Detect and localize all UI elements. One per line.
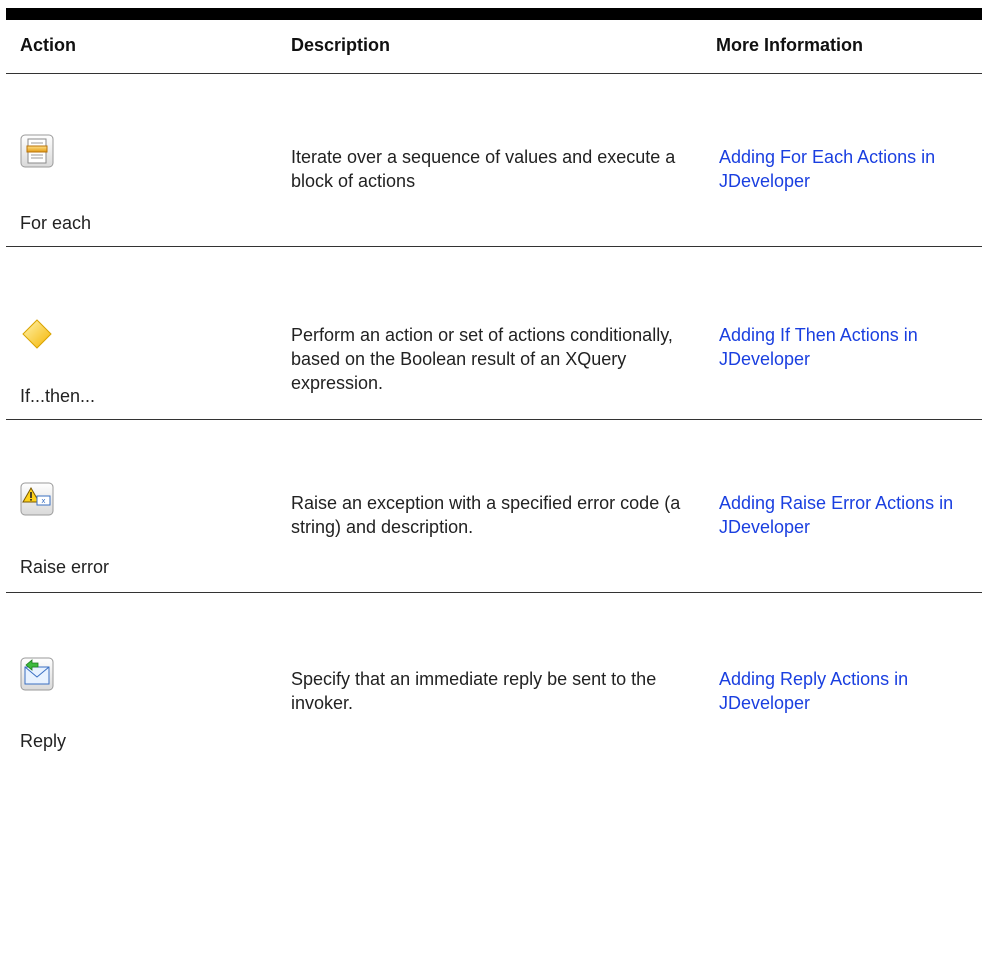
action-label: Reply: [20, 731, 67, 751]
action-label: If...then...: [20, 386, 96, 406]
row-description: Iterate over a sequence of values and ex…: [291, 147, 676, 191]
table-row-reply: Specify that an immediate reply be sent …: [6, 593, 982, 765]
header-action: Action: [20, 35, 76, 55]
table-top-rule: [6, 8, 982, 20]
link-raise-error[interactable]: Adding Raise Error Actions in JDeveloper: [719, 491, 981, 539]
svg-text:x: x: [41, 497, 45, 505]
reply-icon: [20, 657, 54, 691]
table-row-for-each: Iterate over a sequence of values and ex…: [6, 74, 982, 247]
table-header: Action Description More Information: [6, 20, 982, 74]
for-each-icon: [20, 134, 54, 168]
link-reply[interactable]: Adding Reply Actions in JDeveloper: [719, 667, 981, 715]
link-for-each[interactable]: Adding For Each Actions in JDeveloper: [719, 145, 981, 193]
header-more-information: More Information: [716, 35, 863, 55]
table-row-raise-error: x Raise an exception with a specified er…: [6, 420, 982, 593]
table-row-if-then: Perform an action or set of actions cond…: [6, 247, 982, 420]
if-then-diamond-icon: [22, 319, 52, 349]
header-description: Description: [291, 35, 391, 55]
row-description: Specify that an immediate reply be sent …: [291, 669, 657, 713]
action-label: Raise error: [20, 557, 110, 577]
raise-error-icon: x: [20, 482, 54, 516]
row-description: Perform an action or set of actions cond…: [291, 325, 673, 393]
actions-table: Action Description More Information Iter…: [6, 8, 982, 765]
action-label: For each: [20, 213, 92, 233]
link-if-then[interactable]: Adding If Then Actions in JDeveloper: [719, 323, 981, 371]
row-description: Raise an exception with a specified erro…: [291, 493, 681, 537]
